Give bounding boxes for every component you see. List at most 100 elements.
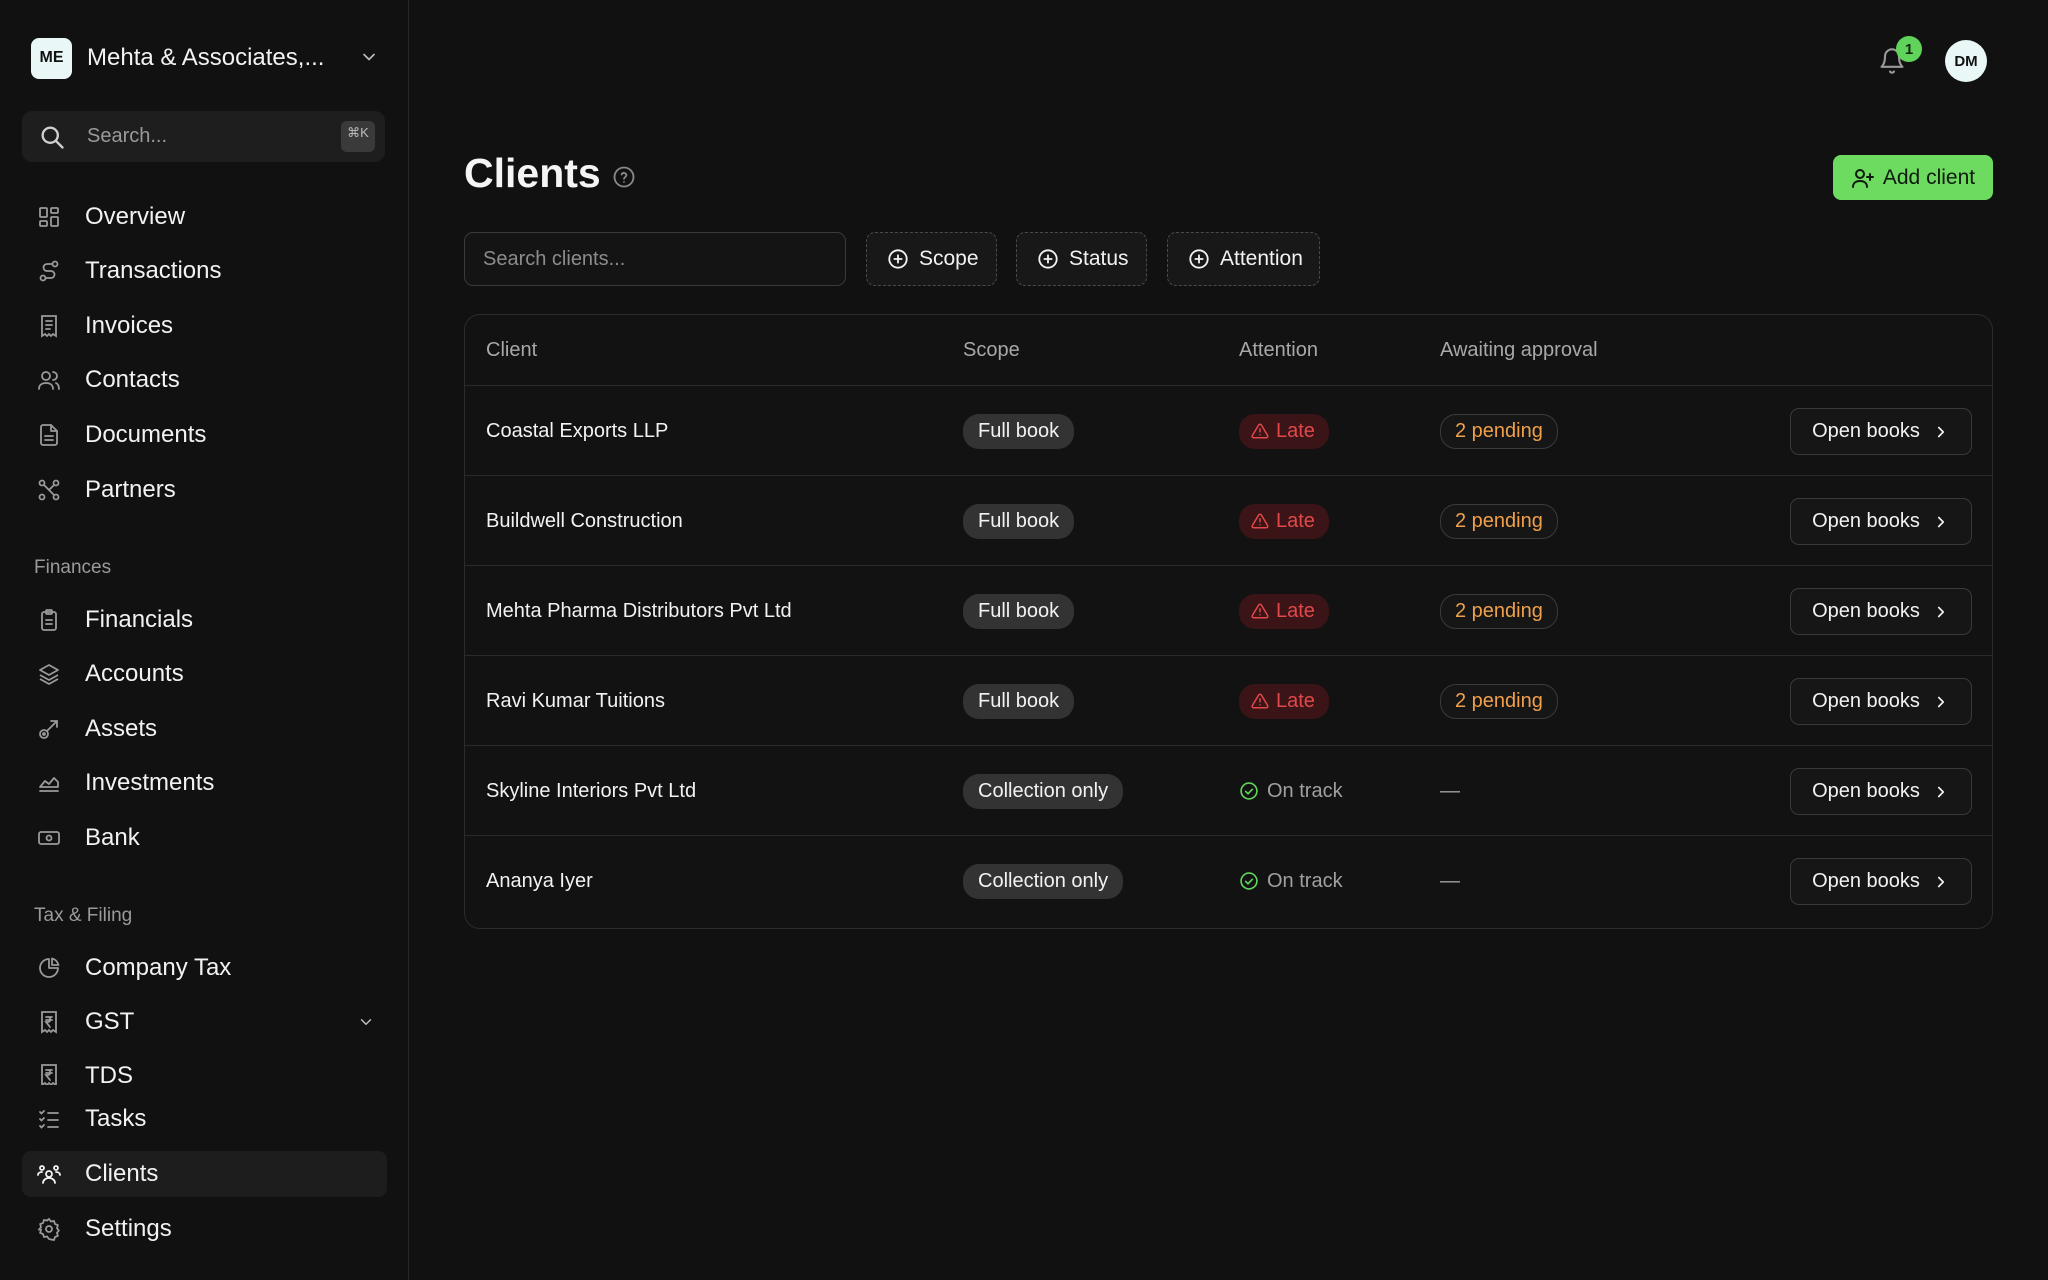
attention-badge-late: Late xyxy=(1239,503,1329,539)
chevron-right-icon xyxy=(1932,783,1950,801)
open-books-label: Open books xyxy=(1812,600,1920,622)
plus-circle-icon xyxy=(1188,248,1210,270)
sidebar-item-label: Assets xyxy=(85,715,158,742)
banknote-icon xyxy=(37,826,61,850)
sidebar-item-label: TDS xyxy=(85,1062,133,1085)
client-name[interactable]: Ananya Iyer xyxy=(486,870,593,893)
sidebar-item-clients[interactable]: Clients xyxy=(22,1151,387,1197)
sidebar-item-label: Clients xyxy=(85,1160,159,1187)
org-switcher[interactable]: ME Mehta & Associates,... xyxy=(31,37,379,79)
route-icon xyxy=(37,259,61,283)
attention-text: On track xyxy=(1267,869,1343,892)
awaiting-empty: — xyxy=(1440,779,1460,802)
sidebar-item-tasks[interactable]: Tasks xyxy=(22,1096,387,1142)
sidebar-item-settings[interactable]: Settings xyxy=(22,1206,387,1252)
open-books-button[interactable]: Open books xyxy=(1790,678,1972,725)
notification-badge: 1 xyxy=(1896,36,1922,62)
sidebar-item-label: Financials xyxy=(85,606,194,633)
sidebar-item-investments[interactable]: Investments xyxy=(22,760,387,806)
column-header-scope[interactable]: Scope xyxy=(963,315,1020,385)
open-books-label: Open books xyxy=(1812,420,1920,442)
client-name[interactable]: Coastal Exports LLP xyxy=(486,420,668,443)
filter-attention-button[interactable]: Attention xyxy=(1167,232,1320,286)
clipboard-icon xyxy=(37,608,61,632)
users-icon xyxy=(37,368,61,392)
table-row[interactable]: Coastal Exports LLP Full book Late 2 pen… xyxy=(465,385,1992,475)
attention-status-ok: On track xyxy=(1239,780,1343,803)
open-books-button[interactable]: Open books xyxy=(1790,408,1972,455)
open-books-button[interactable]: Open books xyxy=(1790,588,1972,635)
sidebar-item-financials[interactable]: Financials xyxy=(22,597,387,643)
open-books-label: Open books xyxy=(1812,510,1920,532)
sidebar-item-gst[interactable]: GST xyxy=(22,999,387,1045)
filter-scope-button[interactable]: Scope xyxy=(866,232,997,286)
sidebar-item-contacts[interactable]: Contacts xyxy=(22,357,387,403)
org-name: Mehta & Associates,... xyxy=(87,44,325,71)
sidebar-item-partners[interactable]: Partners xyxy=(22,467,387,513)
column-header-client[interactable]: Client xyxy=(486,315,537,385)
chevron-right-icon xyxy=(1932,693,1950,711)
sidebar-item-label: Transactions xyxy=(85,257,222,284)
client-name[interactable]: Buildwell Construction xyxy=(486,510,683,533)
scope-badge: Full book xyxy=(963,593,1075,629)
global-search[interactable]: Search... ⌘K xyxy=(22,111,385,162)
sidebar-item-documents[interactable]: Documents xyxy=(22,412,387,458)
help-circle-icon[interactable] xyxy=(612,165,636,189)
attention-status-ok: On track xyxy=(1239,870,1343,893)
open-books-button[interactable]: Open books xyxy=(1790,498,1972,545)
sidebar-item-label: Overview xyxy=(85,203,186,230)
sidebar-item-assets[interactable]: Assets xyxy=(22,706,387,752)
sidebar-item-label: Company Tax xyxy=(85,954,232,981)
table-row[interactable]: Ravi Kumar Tuitions Full book Late 2 pen… xyxy=(465,655,1992,745)
table-row[interactable]: Mehta Pharma Distributors Pvt Ltd Full b… xyxy=(465,565,1992,655)
sidebar-item-bank[interactable]: Bank xyxy=(22,815,387,861)
alert-triangle-icon xyxy=(1251,602,1269,620)
list-checks-icon xyxy=(37,1107,61,1131)
open-books-button[interactable]: Open books xyxy=(1790,858,1972,905)
user-avatar[interactable]: DM xyxy=(1945,40,1987,82)
client-name[interactable]: Skyline Interiors Pvt Ltd xyxy=(486,780,696,803)
layers-icon xyxy=(37,662,61,686)
chevron-right-icon xyxy=(1932,873,1950,891)
chevron-down-icon[interactable] xyxy=(359,47,379,67)
attention-badge-late: Late xyxy=(1239,593,1329,629)
table-row[interactable]: Ananya Iyer Collection only On track — O… xyxy=(465,835,1992,925)
client-search-input[interactable] xyxy=(464,232,846,286)
sidebar-item-label: GST xyxy=(85,1008,135,1035)
chevron-down-icon[interactable] xyxy=(357,1013,375,1031)
attention-text: Late xyxy=(1276,419,1315,442)
chevron-right-icon xyxy=(1932,423,1950,441)
open-books-label: Open books xyxy=(1812,870,1920,892)
org-logo: ME xyxy=(31,37,72,79)
sidebar-item-tds[interactable]: TDS xyxy=(22,1052,387,1085)
sidebar-item-company-tax[interactable]: Company Tax xyxy=(22,945,387,991)
client-name[interactable]: Ravi Kumar Tuitions xyxy=(486,690,665,713)
awaiting-badge: 2 pending xyxy=(1440,593,1558,629)
column-header-awaiting-approval[interactable]: Awaiting approval xyxy=(1440,315,1598,385)
client-name[interactable]: Mehta Pharma Distributors Pvt Ltd xyxy=(486,600,792,623)
filter-status-button[interactable]: Status xyxy=(1016,232,1147,286)
user-plus-icon xyxy=(1851,166,1875,190)
awaiting-badge: 2 pending xyxy=(1440,503,1558,539)
sidebar-item-accounts[interactable]: Accounts xyxy=(22,651,387,697)
pie-chart-icon xyxy=(37,956,61,980)
page-title: Clients xyxy=(464,150,601,196)
add-client-button[interactable]: Add client xyxy=(1833,155,1993,200)
file-text-icon xyxy=(37,423,61,447)
sidebar-item-transactions[interactable]: Transactions xyxy=(22,248,387,294)
open-books-button[interactable]: Open books xyxy=(1790,768,1972,815)
column-header-attention[interactable]: Attention xyxy=(1239,315,1318,385)
sidebar-item-label: Bank xyxy=(85,824,140,851)
sidebar-item-label: Contacts xyxy=(85,366,180,393)
sidebar-item-overview[interactable]: Overview xyxy=(22,194,387,240)
search-shortcut: ⌘K xyxy=(341,121,375,152)
attention-text: On track xyxy=(1267,779,1343,802)
sidebar-item-invoices[interactable]: Invoices xyxy=(22,303,387,349)
clients-table: Client Scope Attention Awaiting approval… xyxy=(464,314,1993,929)
alert-triangle-icon xyxy=(1251,422,1269,440)
table-row[interactable]: Skyline Interiors Pvt Ltd Collection onl… xyxy=(465,745,1992,835)
alert-triangle-icon xyxy=(1251,512,1269,530)
filter-label: Scope xyxy=(919,247,979,270)
rupee-receipt-icon xyxy=(37,1063,61,1085)
table-row[interactable]: Buildwell Construction Full book Late 2 … xyxy=(465,475,1992,565)
